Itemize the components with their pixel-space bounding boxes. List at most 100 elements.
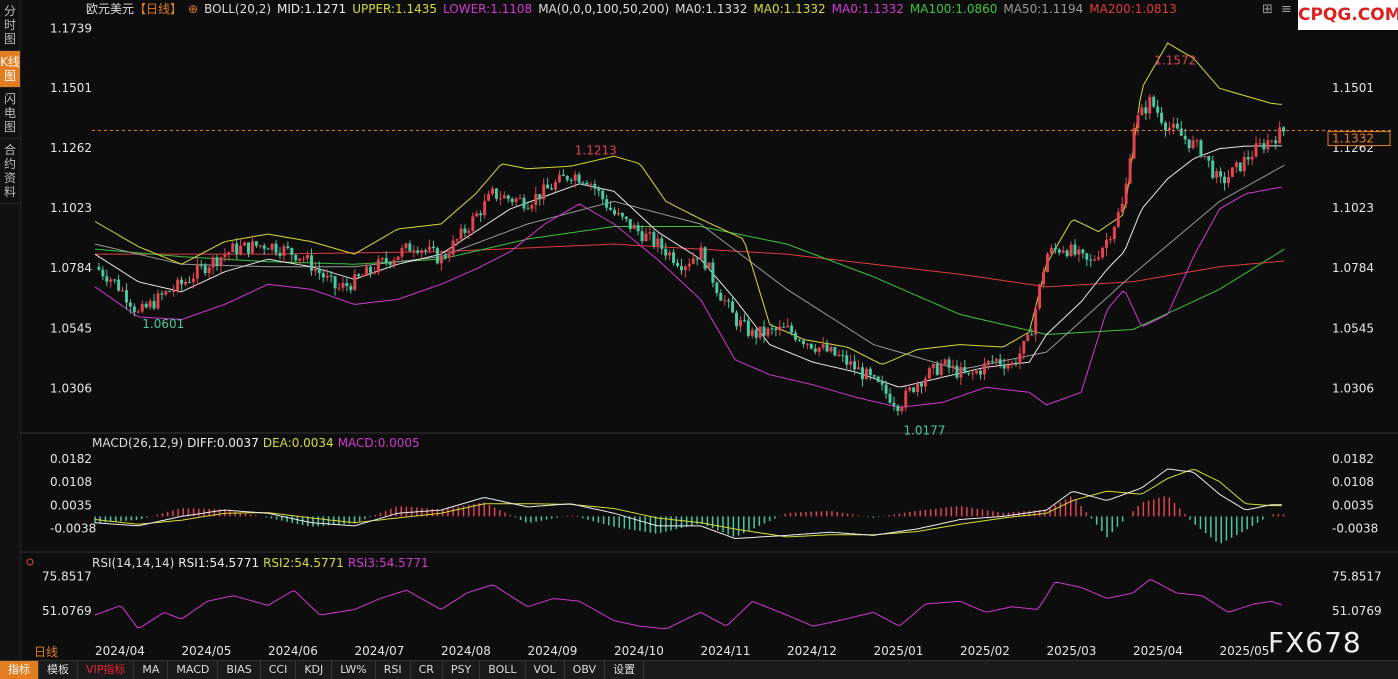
candle-body: [593, 183, 597, 189]
candle-body: [876, 376, 880, 382]
candle-body: [156, 293, 160, 309]
candle-body: [498, 198, 502, 200]
candle-body: [231, 243, 235, 253]
candle-body: [1230, 167, 1234, 178]
rsi-tick-right-0: 75.8517: [1332, 570, 1382, 584]
candle-body: [420, 250, 424, 253]
candle-body: [396, 256, 400, 261]
candle-body: [384, 258, 388, 263]
date-tick-13: 2025/05: [1220, 644, 1270, 658]
candle-body: [502, 195, 506, 199]
candle-body: [258, 245, 262, 247]
candle-body: [569, 179, 573, 181]
date-tick-6: 2024/10: [614, 644, 664, 658]
candle-body: [982, 363, 986, 375]
candle-body: [853, 361, 857, 370]
tab-cci[interactable]: CCI: [261, 661, 297, 679]
candle-body: [325, 275, 329, 278]
candle-body: [431, 246, 435, 249]
price-tick-right-4: 1.0545: [1332, 321, 1374, 335]
date-tick-4: 2024/08: [441, 644, 491, 658]
macd-label: MACD(26,12,9): [92, 436, 184, 450]
candle-body: [357, 274, 361, 277]
candle-body: [412, 250, 416, 252]
candle-body: [380, 258, 384, 260]
candle-body: [833, 347, 837, 356]
candle-body: [731, 301, 735, 313]
tab-indicators[interactable]: 指标: [0, 661, 39, 679]
period-label[interactable]: 日线: [34, 643, 58, 660]
candle-body: [613, 209, 617, 215]
candle-body: [1042, 272, 1046, 285]
window-controls: ⊞ ≡: [1262, 2, 1292, 17]
candle-body: [105, 276, 109, 282]
tab-obv[interactable]: OBV: [565, 661, 606, 679]
candle-body: [483, 200, 487, 216]
tab-kdj[interactable]: KDJ: [296, 661, 333, 679]
candle-body: [841, 355, 845, 357]
candle-body: [1132, 128, 1136, 159]
candle-body: [837, 355, 841, 357]
candle-body: [632, 225, 636, 230]
candle-body: [317, 268, 321, 274]
tab-vip-indicators[interactable]: VIP指标: [78, 661, 135, 679]
candle-body: [561, 174, 565, 177]
candle-body: [801, 340, 805, 345]
candle-body: [1156, 106, 1160, 113]
candle-body: [1053, 247, 1057, 250]
crosshair-icon[interactable]: ⊕: [188, 2, 198, 16]
candle-body: [557, 174, 561, 183]
candle-body: [203, 265, 207, 274]
ma0-value-c: MA0:1.1332: [831, 2, 904, 16]
candle-body: [1183, 135, 1187, 140]
candle-body: [1006, 365, 1010, 369]
candle-body: [738, 320, 742, 327]
grid-icon[interactable]: ⊞: [1262, 2, 1273, 17]
candle-body: [585, 182, 589, 185]
tab-cr[interactable]: CR: [411, 661, 443, 679]
candle-body: [959, 366, 963, 378]
tab-lw[interactable]: LW%: [332, 661, 376, 679]
tab-bias[interactable]: BIAS: [218, 661, 261, 679]
tab-ma[interactable]: MA: [134, 661, 169, 679]
price-tick-right-5: 1.0306: [1332, 381, 1374, 395]
candle-body: [628, 219, 632, 230]
candle-body: [550, 188, 554, 190]
candle-body: [778, 326, 782, 331]
period-selector[interactable]: 【日线】: [134, 2, 182, 16]
candle-body: [679, 265, 683, 271]
candle-body: [994, 359, 998, 362]
macd-tick-right-2: 0.0035: [1332, 498, 1374, 512]
annotation-3: 1.1572: [1154, 53, 1196, 67]
candle-body: [128, 302, 132, 307]
candle-body: [1223, 176, 1227, 184]
candle-body: [243, 242, 247, 246]
candle-body: [786, 325, 790, 328]
candle-body: [1120, 203, 1124, 213]
candle-body: [475, 213, 479, 217]
candle-body: [1238, 162, 1242, 172]
candle-body: [144, 303, 148, 308]
candle-body: [1069, 244, 1073, 257]
candle-body: [672, 252, 676, 263]
price-tick-left-6: 1.0306: [50, 381, 92, 395]
boll-lower-line: [94, 186, 1282, 408]
candle-body: [1065, 250, 1069, 257]
tab-settings[interactable]: 设置: [605, 661, 645, 679]
candle-body: [1089, 259, 1093, 261]
tab-boll[interactable]: BOLL: [480, 661, 526, 679]
tab-psy[interactable]: PSY: [443, 661, 481, 679]
candle-body: [1112, 226, 1116, 240]
tab-templates[interactable]: 模板: [39, 661, 78, 679]
candle-body: [282, 246, 286, 256]
brand-watermark: FX678: [1268, 626, 1362, 659]
candle-body: [648, 232, 652, 234]
candle-body: [975, 370, 979, 374]
tab-vol[interactable]: VOL: [526, 661, 565, 679]
tab-rsi[interactable]: RSI: [376, 661, 411, 679]
candle-body: [892, 402, 896, 406]
tab-macd[interactable]: MACD: [168, 661, 219, 679]
candle-body: [494, 188, 498, 199]
menu-icon[interactable]: ≡: [1281, 2, 1292, 17]
boll-mid: MID:1.1271: [277, 2, 347, 16]
